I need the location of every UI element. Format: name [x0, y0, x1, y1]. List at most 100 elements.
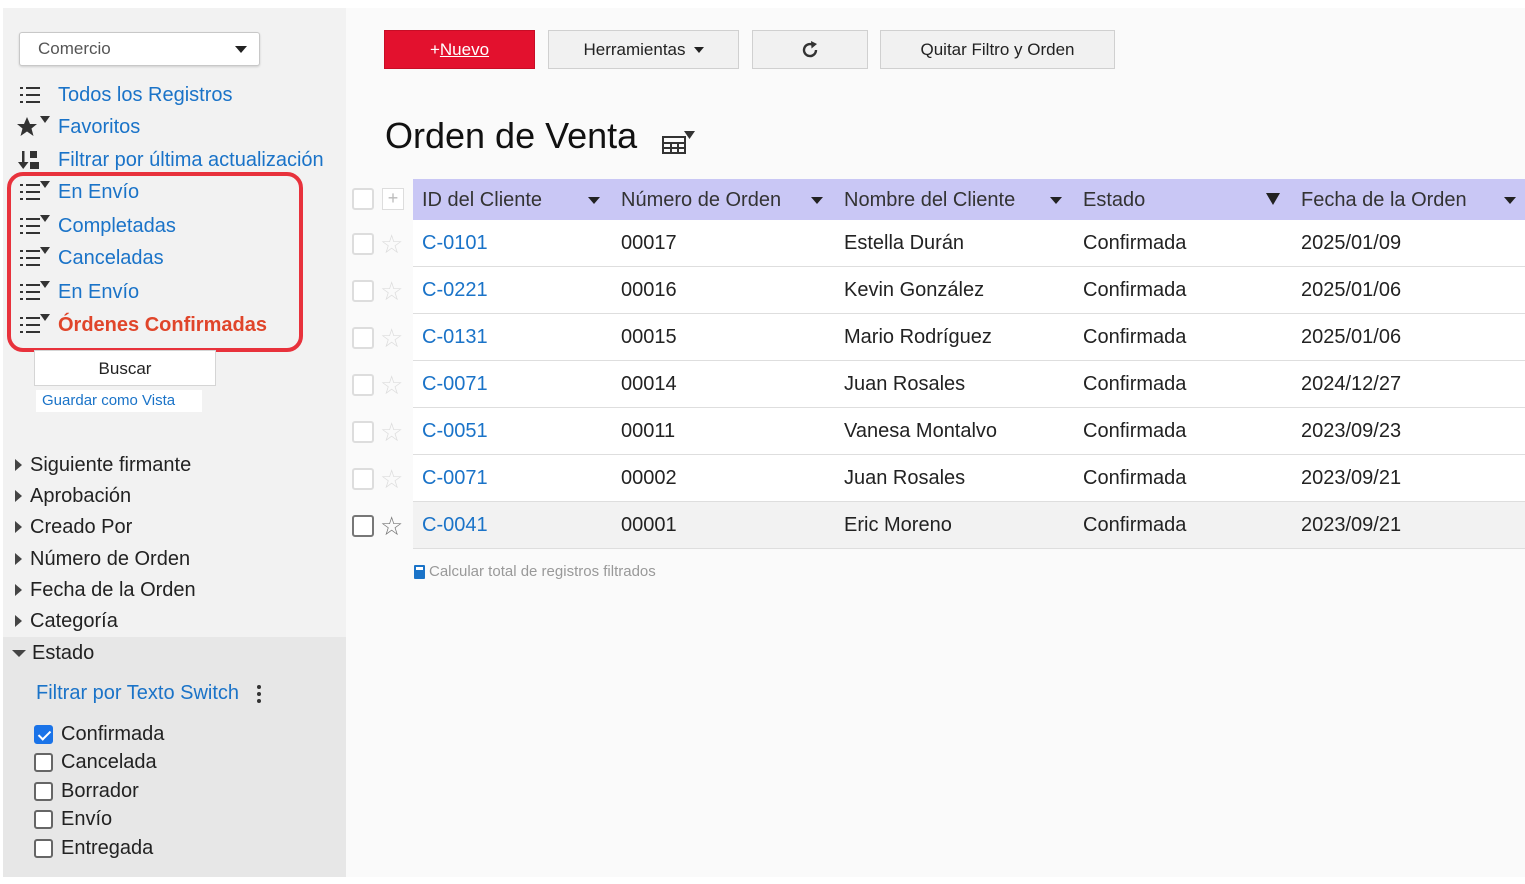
add-column-button[interactable]: +: [382, 188, 404, 210]
customer-id-link[interactable]: C-0051: [422, 420, 488, 443]
column-menu-icon[interactable]: [1050, 197, 1062, 204]
column-header-numero[interactable]: Número de Orden: [621, 189, 781, 212]
row-checkbox[interactable]: [352, 280, 374, 302]
sidebar-view-last-updated[interactable]: Filtrar por última actualización: [16, 146, 324, 174]
tools-label: Herramientas: [583, 39, 686, 59]
field-filter-creado-por[interactable]: Creado Por: [15, 513, 132, 541]
table-row[interactable]: C-0051 00011 Vanesa Montalvo Confirmada 2023…: [413, 408, 1525, 455]
text-switch-label: Filtrar por Texto Switch: [36, 682, 240, 704]
star-filter-icon: [16, 115, 58, 139]
table-row[interactable]: C-0131 00015 Mario Rodríguez Confirmada 2025…: [413, 314, 1525, 361]
table-row[interactable]: C-0071 00014 Juan Rosales Confirmada 2024/12…: [413, 361, 1525, 408]
field-filter-estado[interactable]: Estado: [12, 639, 94, 667]
table-cell: Confirmada: [1083, 514, 1187, 536]
table-cell: Confirmada: [1083, 232, 1187, 254]
favorite-star-icon[interactable]: ☆: [380, 231, 403, 257]
field-filter-aprobacion[interactable]: Aprobación: [15, 482, 131, 510]
estado-option-confirmada[interactable]: Confirmada: [34, 721, 164, 747]
table-body: C-0101 00017 Estella Durán Confirmada 2025/0…: [413, 220, 1525, 549]
estado-option-label: Cancelada: [61, 750, 157, 773]
estado-option-borrador[interactable]: Borrador: [34, 778, 139, 804]
customer-id-link[interactable]: C-0101: [422, 232, 488, 255]
row-checkbox[interactable]: [352, 233, 374, 255]
column-menu-icon[interactable]: [1504, 197, 1516, 204]
checkbox[interactable]: [34, 838, 53, 858]
checkbox[interactable]: [34, 781, 53, 801]
more-options-icon[interactable]: [257, 684, 262, 703]
search-button[interactable]: Buscar: [34, 350, 216, 386]
sidebar-view-all[interactable]: Todos los Registros: [16, 81, 233, 109]
estado-option-cancelada[interactable]: Cancelada: [34, 749, 157, 775]
customer-id-link[interactable]: C-0071: [422, 373, 488, 396]
save-as-view-link[interactable]: Guardar como Vista: [36, 390, 202, 412]
app-window: Comercio Todos los Registros Favoritos F…: [0, 0, 1525, 884]
table-cell: 2024/12/27: [1301, 373, 1402, 395]
field-filter-label: Número de Orden: [30, 547, 191, 570]
field-filter-categoria[interactable]: Categoría: [15, 607, 118, 635]
table-cell: 2023/09/23: [1301, 420, 1402, 442]
favorite-star-icon[interactable]: ☆: [380, 513, 403, 539]
column-header-id[interactable]: ID del Cliente: [422, 189, 542, 212]
tools-dropdown-button[interactable]: Herramientas: [548, 30, 739, 69]
table-row[interactable]: C-0101 00017 Estella Durán Confirmada 2025/0…: [413, 220, 1525, 267]
table-row[interactable]: C-0221 00016 Kevin González Confirmada 2025/…: [413, 267, 1525, 314]
column-header-fecha[interactable]: Fecha de la Orden: [1301, 189, 1467, 212]
estado-option-label: Entregada: [61, 836, 154, 859]
column-menu-icon[interactable]: [588, 197, 600, 204]
clear-filter-button[interactable]: Quitar Filtro y Orden: [880, 30, 1115, 69]
row-checkbox[interactable]: [352, 468, 374, 490]
row-checkbox[interactable]: [352, 374, 374, 396]
table-settings-icon[interactable]: [662, 129, 696, 155]
favorite-star-icon[interactable]: ☆: [380, 278, 403, 304]
table-cell: Confirmada: [1083, 420, 1187, 442]
sidebar-view-favorites[interactable]: Favoritos: [16, 113, 140, 141]
records-table: ID del Cliente Número de Orden Nombre de…: [413, 179, 1525, 549]
calc-total-link[interactable]: Calcular total de registros filtrados: [414, 563, 656, 580]
table-cell: Eric Moreno: [844, 514, 952, 536]
favorite-star-icon[interactable]: ☆: [380, 466, 403, 492]
favorite-star-icon[interactable]: ☆: [380, 419, 403, 445]
table-cell: Estella Durán: [844, 232, 965, 254]
customer-id-link[interactable]: C-0131: [422, 326, 488, 349]
chevron-right-icon: [15, 615, 22, 627]
table-cell: Mario Rodríguez: [844, 326, 992, 348]
table-row[interactable]: C-0041 00001 Eric Moreno Confirmada 2023/09/…: [413, 502, 1525, 549]
customer-id-link[interactable]: C-0071: [422, 467, 488, 490]
table-cell: Juan Rosales: [844, 467, 966, 489]
favorite-star-icon[interactable]: ☆: [380, 372, 403, 398]
column-menu-icon[interactable]: [811, 197, 823, 204]
row-checkbox[interactable]: [352, 515, 374, 537]
checkbox[interactable]: [34, 809, 53, 829]
app-select[interactable]: Comercio: [19, 32, 260, 66]
list-icon: [16, 83, 58, 107]
row-checkbox[interactable]: [352, 327, 374, 349]
customer-id-link[interactable]: C-0221: [422, 279, 488, 302]
checkbox-checked[interactable]: [34, 724, 53, 744]
customer-id-link[interactable]: C-0041: [422, 514, 488, 537]
page-title: Orden de Venta: [385, 115, 638, 156]
estado-option-entregada[interactable]: Entregada: [34, 835, 153, 861]
column-header-nombre[interactable]: Nombre del Cliente: [844, 189, 1015, 212]
chevron-right-icon: [15, 584, 22, 596]
field-filter-fecha-orden[interactable]: Fecha de la Orden: [15, 576, 196, 604]
refresh-button[interactable]: [752, 30, 868, 69]
column-header-estado[interactable]: Estado: [1083, 189, 1145, 212]
row-checkbox[interactable]: [352, 421, 374, 443]
estado-option-label: Borrador: [61, 779, 139, 802]
select-all-checkbox[interactable]: [352, 188, 374, 210]
chevron-down-icon: [693, 46, 704, 53]
new-record-button[interactable]: + Nuevo: [384, 30, 535, 69]
field-filter-label: Fecha de la Orden: [30, 578, 196, 601]
table-cell: 2025/01/06: [1301, 279, 1402, 301]
estado-option-envio[interactable]: Envío: [34, 806, 112, 832]
table-row[interactable]: C-0071 00002 Juan Rosales Confirmada 2023/09…: [413, 455, 1525, 502]
text-switch-filter-link[interactable]: Filtrar por Texto Switch: [36, 682, 262, 705]
field-filter-label: Categoría: [30, 609, 118, 632]
chevron-down-icon: [12, 649, 26, 657]
checkbox[interactable]: [34, 752, 53, 772]
favorite-star-icon[interactable]: ☆: [380, 325, 403, 351]
filter-active-icon[interactable]: [1266, 193, 1280, 205]
sidebar-view-label: Todos los Registros: [58, 83, 233, 106]
field-filter-siguiente-firmante[interactable]: Siguiente firmante: [15, 451, 191, 479]
field-filter-numero-orden[interactable]: Número de Orden: [15, 545, 190, 573]
